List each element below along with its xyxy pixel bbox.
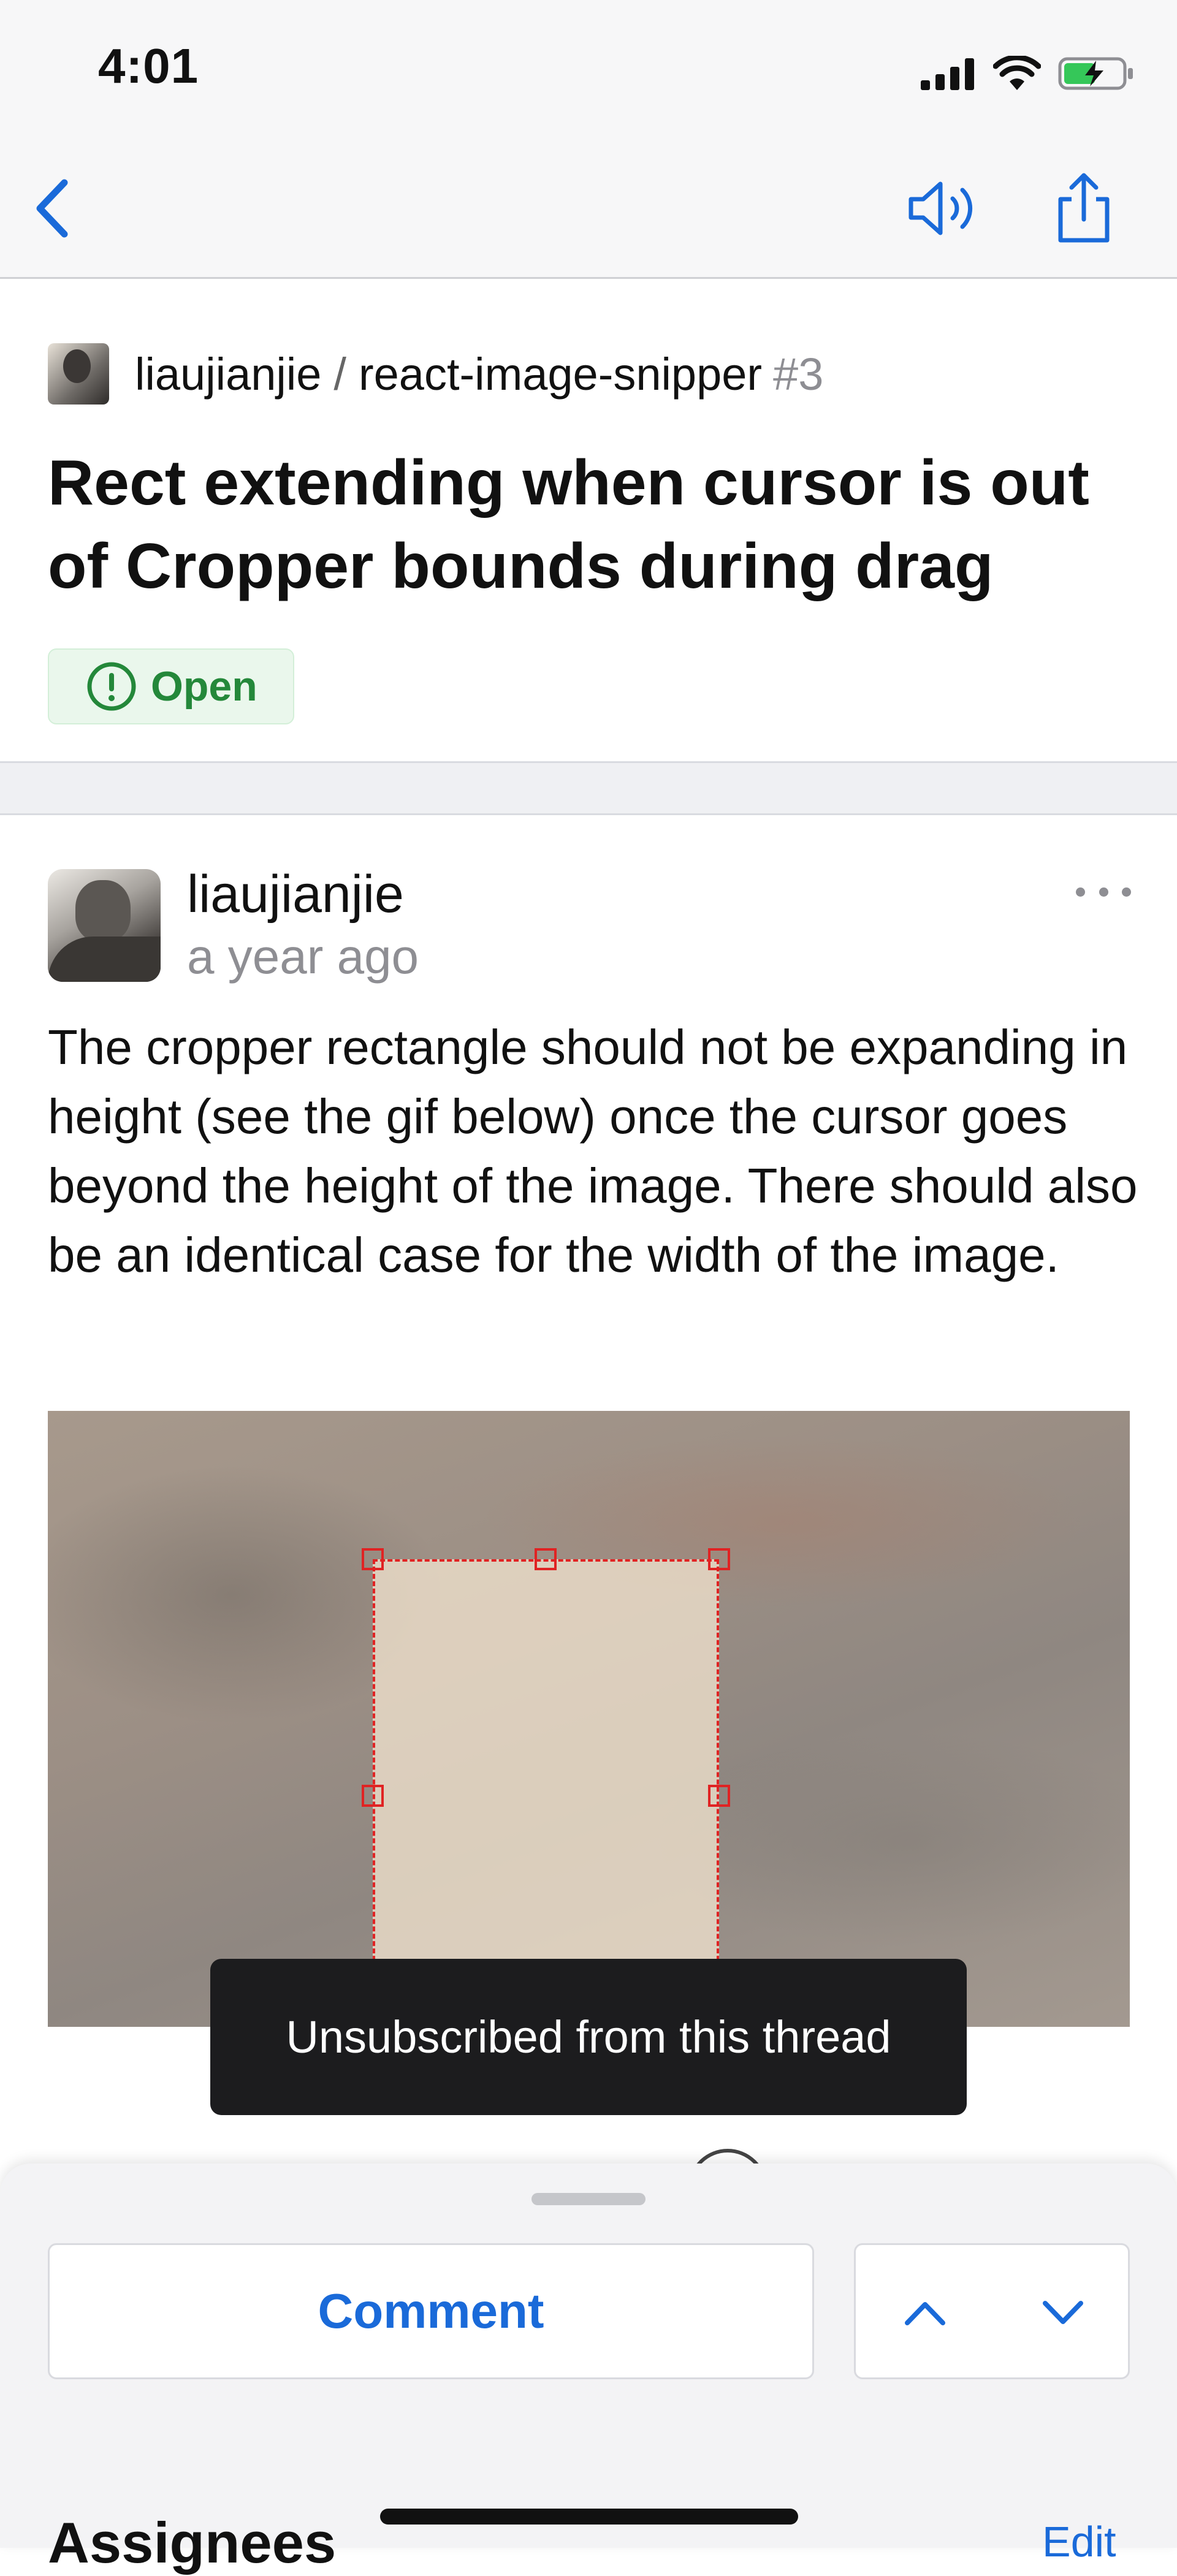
sheet-grabber[interactable] — [531, 2193, 646, 2205]
comment-timestamp: a year ago — [187, 929, 419, 984]
issue-open-icon — [87, 662, 136, 711]
back-button[interactable] — [18, 169, 86, 248]
battery-charging-icon — [1058, 57, 1133, 90]
issue-number: #3 — [773, 348, 824, 400]
read-aloud-button[interactable] — [901, 172, 984, 245]
issue-state-badge: Open — [48, 648, 294, 724]
edit-assignees-link[interactable]: Edit — [1042, 2517, 1116, 2566]
toast-notification: Unsubscribed from this thread — [210, 1959, 967, 2115]
bottom-sheet[interactable]: Comment Assignees Edit — [0, 2164, 1177, 2575]
home-indicator[interactable] — [380, 2509, 798, 2525]
section-divider — [0, 761, 1177, 815]
previous-button[interactable] — [856, 2245, 994, 2381]
crop-handle — [362, 1785, 384, 1807]
comment-button[interactable]: Comment — [48, 2243, 814, 2379]
status-bar: 4:01 — [0, 0, 1177, 141]
repository-breadcrumb[interactable]: liaujianjie / react-image-snipper #3 — [48, 340, 823, 408]
assignees-heading: Assignees — [48, 2510, 337, 2575]
chevron-up-icon — [904, 2302, 945, 2325]
ellipsis-dot — [1122, 887, 1131, 897]
status-time: 4:01 — [98, 39, 199, 93]
share-icon — [1058, 173, 1109, 243]
repo-owner[interactable]: liaujianjie — [135, 348, 321, 400]
crop-handle — [708, 1785, 730, 1807]
navigation-bar — [0, 141, 1177, 279]
repo-separator: / — [333, 348, 346, 400]
next-button[interactable] — [994, 2245, 1132, 2381]
crop-handle — [362, 1548, 384, 1570]
ellipsis-dot — [1076, 887, 1085, 897]
repo-owner-avatar — [48, 343, 109, 405]
cellular-signal-icon — [921, 58, 974, 90]
status-icons — [921, 52, 1134, 95]
crop-handle — [535, 1548, 557, 1570]
comment-author[interactable]: liaujianjie — [187, 864, 404, 925]
chevron-down-icon — [1042, 2301, 1083, 2324]
issue-state-label: Open — [151, 663, 257, 710]
issue-title: Rect extending when cursor is out of Cro… — [48, 447, 1089, 602]
cropper-rectangle — [373, 1559, 719, 2027]
comment-body: The cropper rectangle should not be expa… — [48, 1020, 1138, 1282]
share-button[interactable] — [1045, 165, 1122, 251]
wifi-icon — [993, 56, 1041, 90]
repo-name[interactable]: react-image-snipper — [359, 348, 762, 400]
thread-navigation — [854, 2243, 1130, 2379]
comment-author-avatar[interactable] — [48, 869, 161, 982]
comment-gif-image[interactable] — [48, 1411, 1130, 2027]
ellipsis-dot — [1099, 887, 1108, 897]
speaker-icon — [908, 181, 972, 235]
more-options-button[interactable] — [1076, 876, 1131, 907]
crop-handle — [708, 1548, 730, 1570]
back-chevron-icon — [36, 179, 68, 238]
